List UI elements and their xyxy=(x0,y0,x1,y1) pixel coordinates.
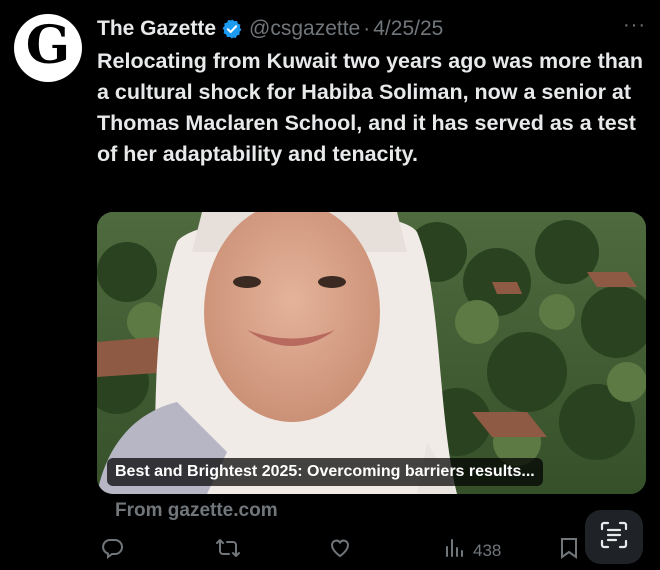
card-caption: Best and Brightest 2025: Overcoming barr… xyxy=(107,458,543,486)
action-bar: 438 xyxy=(0,532,660,570)
link-card[interactable]: Best and Brightest 2025: Overcoming barr… xyxy=(97,212,646,494)
avatar[interactable]: G xyxy=(14,14,82,82)
card-photo xyxy=(97,212,646,494)
views-button[interactable]: 438 xyxy=(443,536,501,565)
reply-button[interactable] xyxy=(100,536,124,565)
avatar-logo-letter: G xyxy=(25,15,71,76)
post-date[interactable]: 4/25/25 xyxy=(373,17,443,41)
repost-icon xyxy=(215,536,241,565)
more-icon[interactable]: ··· xyxy=(623,14,646,37)
tweet-header: The Gazette @csgazette · 4/25/25 xyxy=(97,14,443,44)
text-scan-button[interactable] xyxy=(585,510,643,564)
author-name[interactable]: The Gazette xyxy=(97,17,216,41)
card-source-link[interactable]: From gazette.com xyxy=(115,500,278,522)
text-scan-icon xyxy=(599,520,629,555)
tweet-text: Relocating from Kuwait two years ago was… xyxy=(97,49,643,166)
verified-badge-icon xyxy=(221,18,243,40)
bookmark-icon xyxy=(558,536,580,565)
views-icon xyxy=(443,536,467,565)
separator-dot: · xyxy=(363,17,371,40)
like-button[interactable] xyxy=(328,536,352,565)
bookmark-button[interactable] xyxy=(558,536,580,565)
reply-icon xyxy=(100,536,124,565)
repost-button[interactable] xyxy=(215,536,241,565)
views-count: 438 xyxy=(473,540,502,560)
author-handle[interactable]: @csgazette xyxy=(249,17,360,41)
like-icon xyxy=(328,536,352,565)
